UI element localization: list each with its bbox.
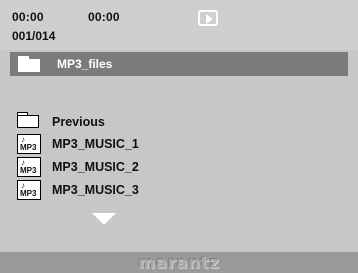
current-folder-header[interactable]: MP3_files — [10, 52, 348, 76]
media-screen: 00:00 00:00 001/014 MP3_files Previous ♪… — [0, 0, 358, 273]
mp3-file-icon: ♪ MP3 — [17, 180, 41, 200]
list-item-mp3-music-1[interactable]: ♪ MP3 MP3_MUSIC_1 — [17, 134, 217, 154]
current-folder-label: MP3_files — [57, 57, 113, 71]
status-bar: 00:00 00:00 001/014 — [0, 0, 358, 50]
list-item-label: MP3_MUSIC_1 — [52, 137, 139, 151]
elapsed-time: 00:00 — [12, 10, 44, 24]
mp3-file-icon: ♪ MP3 — [17, 157, 41, 177]
list-item-mp3-music-3[interactable]: ♪ MP3 MP3_MUSIC_3 — [17, 180, 217, 200]
mp3-file-icon: ♪ MP3 — [17, 134, 41, 154]
folder-icon — [18, 56, 40, 72]
list-item-previous[interactable]: Previous — [17, 112, 217, 132]
list-item-label: MP3_MUSIC_2 — [52, 160, 139, 174]
brand-footer: marantz — [0, 252, 358, 273]
track-counter: 001/014 — [12, 29, 56, 43]
list-item-label: MP3_MUSIC_3 — [52, 183, 139, 197]
list-item-mp3-music-2[interactable]: ♪ MP3 MP3_MUSIC_2 — [17, 157, 217, 177]
play-icon — [198, 10, 218, 26]
list-item-label: Previous — [52, 115, 105, 129]
folder-icon — [17, 112, 39, 128]
total-time: 00:00 — [88, 10, 120, 24]
brand-logo: marantz — [138, 253, 220, 272]
down-arrow-icon[interactable] — [92, 213, 116, 225]
